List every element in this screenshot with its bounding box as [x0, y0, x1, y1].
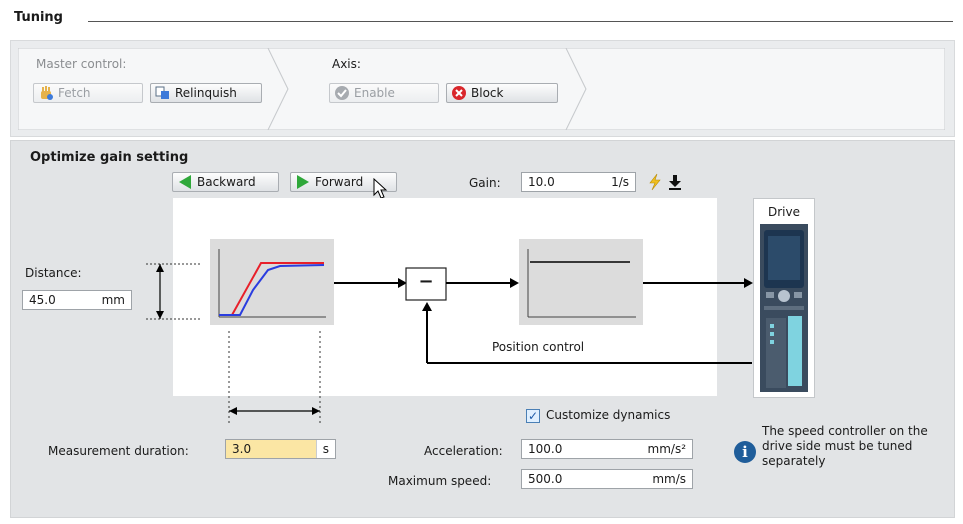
section-title-tuning: Tuning — [14, 10, 63, 25]
master-control-label: Master control: — [36, 57, 127, 71]
fetch-label: Fetch — [58, 86, 91, 100]
measurement-duration-value: 3.0 — [232, 442, 252, 456]
mouse-cursor-icon — [373, 178, 388, 199]
drive-label: Drive — [768, 205, 800, 219]
acceleration-input[interactable]: 100.0 mm/s² — [521, 439, 693, 459]
optimize-gain-title: Optimize gain setting — [30, 150, 189, 165]
block-label: Block — [471, 86, 504, 100]
control-loop-diagram — [146, 239, 753, 423]
backward-button[interactable]: Backward — [172, 172, 279, 192]
info-message: The speed controller on the drive side m… — [762, 424, 928, 468]
relinquish-button[interactable]: Relinquish — [150, 83, 262, 103]
gain-unit: 1/s — [611, 175, 629, 189]
arrow-left-icon — [179, 175, 191, 189]
maximum-speed-input[interactable]: 500.0 mm/s — [521, 469, 693, 489]
gain-value: 10.0 — [528, 175, 555, 189]
check-circle-icon — [335, 86, 349, 100]
measurement-duration-label: Measurement duration: — [48, 444, 189, 458]
hand-fetch-icon — [41, 86, 53, 100]
acceleration-label: Acceleration: — [424, 444, 503, 458]
acceleration-unit: mm/s² — [647, 442, 686, 456]
relinquish-icon — [155, 86, 169, 99]
measurement-duration-unit: s — [315, 440, 335, 458]
summing-junction-symbol: − — [418, 270, 434, 292]
acceleration-value: 100.0 — [528, 442, 563, 456]
distance-input[interactable]: 45.0 mm — [22, 290, 132, 310]
distance-unit: mm — [101, 293, 125, 307]
download-icon[interactable] — [668, 174, 682, 190]
customize-dynamics-label: Customize dynamics — [546, 408, 671, 422]
lightning-icon[interactable] — [648, 173, 662, 191]
arrow-right-icon — [297, 175, 309, 189]
header-divider — [88, 21, 953, 22]
distance-value: 45.0 — [29, 293, 56, 307]
drive-device-image — [760, 224, 808, 392]
forward-label: Forward — [315, 175, 364, 189]
position-control-label: Position control — [492, 340, 585, 354]
distance-label: Distance: — [25, 266, 82, 280]
relinquish-label: Relinquish — [175, 86, 237, 100]
info-icon: i — [734, 441, 756, 463]
fetch-button[interactable]: Fetch — [33, 83, 143, 103]
gain-label: Gain: — [469, 176, 501, 190]
maximum-speed-label: Maximum speed: — [388, 474, 492, 488]
maximum-speed-unit: mm/s — [652, 472, 686, 486]
maximum-speed-value: 500.0 — [528, 472, 563, 486]
axis-label: Axis: — [332, 57, 361, 71]
block-x-icon — [452, 86, 466, 100]
enable-label: Enable — [354, 86, 395, 100]
enable-button[interactable]: Enable — [329, 83, 439, 103]
block-button[interactable]: Block — [446, 83, 558, 103]
customize-dynamics-checkbox[interactable]: ✓ — [526, 409, 540, 423]
backward-label: Backward — [197, 175, 256, 189]
gain-input[interactable]: 10.0 1/s — [521, 172, 636, 192]
measurement-duration-input[interactable]: 3.0 s — [225, 439, 336, 459]
